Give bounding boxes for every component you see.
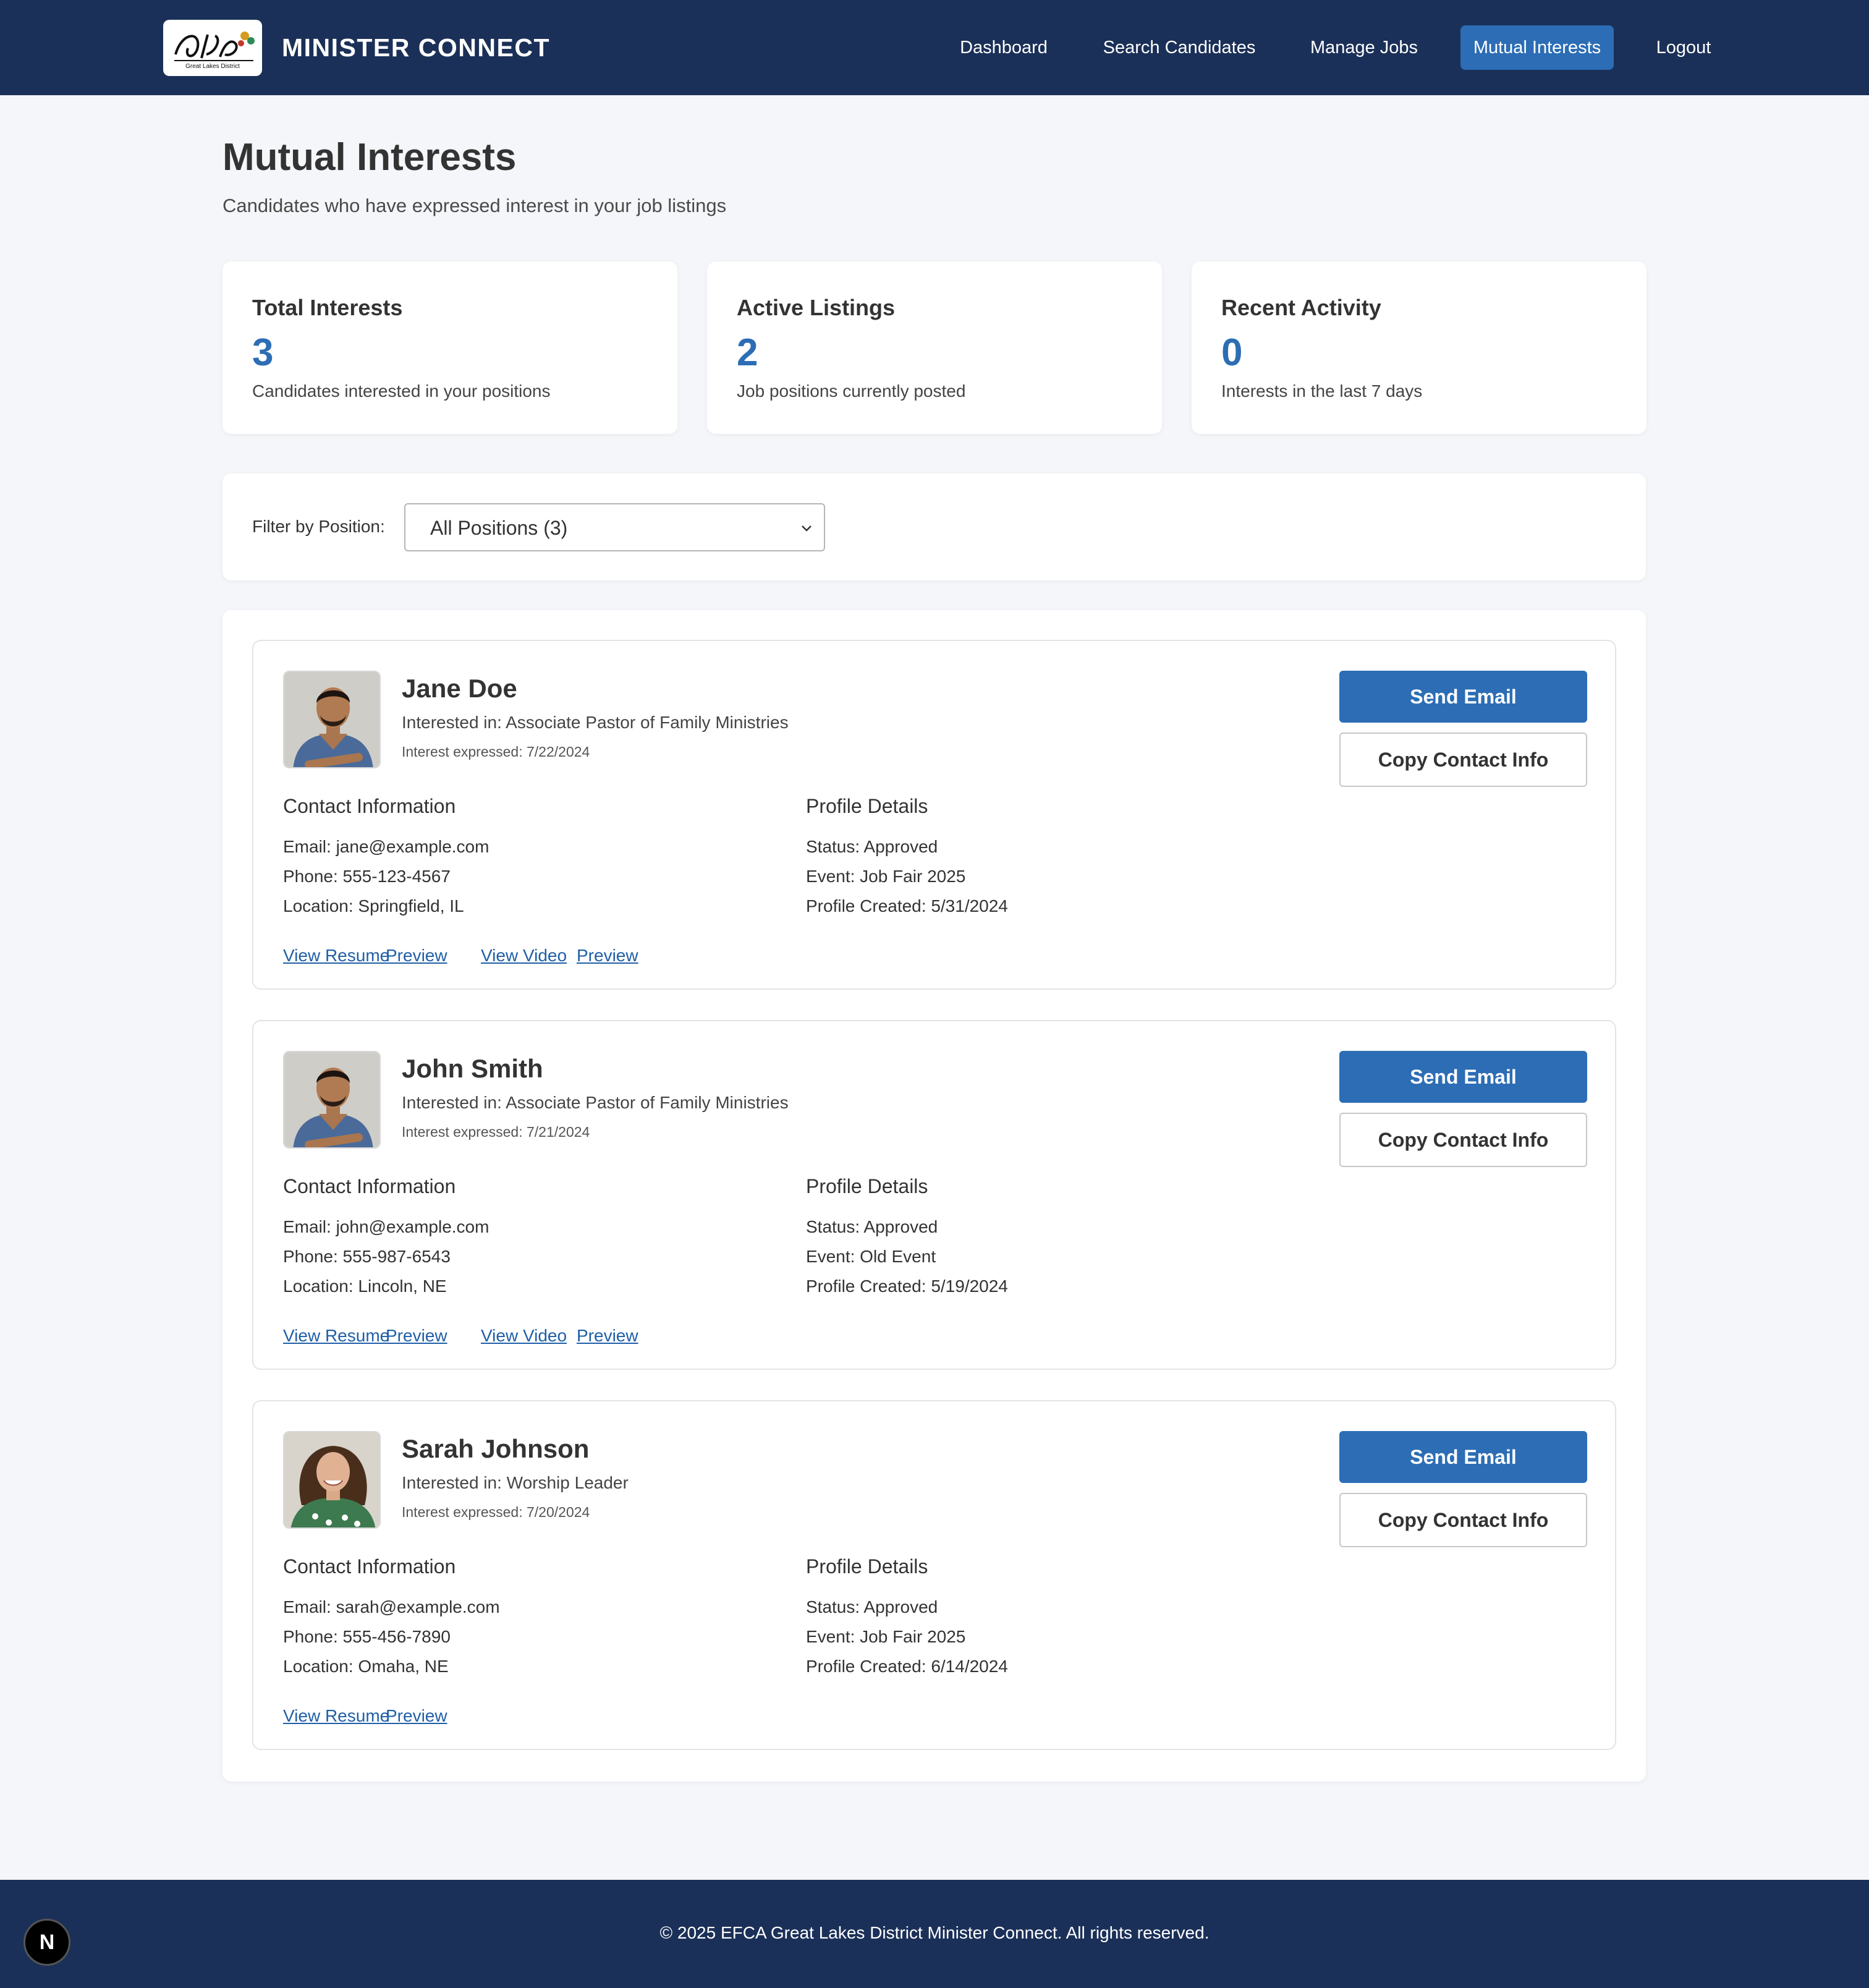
- profile-status: Status: Approved: [806, 837, 938, 856]
- stat-value: 0: [1221, 331, 1243, 374]
- send-email-button[interactable]: Send Email: [1339, 1431, 1587, 1483]
- candidate-avatar: [283, 1431, 381, 1529]
- stat-value: 3: [252, 331, 274, 374]
- copy-contact-info-button[interactable]: Copy Contact Info: [1339, 1493, 1587, 1547]
- candidate-phone: Phone: 555-123-4567: [283, 867, 451, 886]
- candidate-card: John Smith Interested in: Associate Past…: [252, 1020, 1616, 1370]
- profile-details-heading: Profile Details: [806, 1175, 928, 1197]
- candidate-phone: Phone: 555-987-6543: [283, 1247, 451, 1266]
- chevron-down-icon: [802, 525, 812, 532]
- filter-panel: Filter by Position: All Positions (3): [222, 474, 1646, 580]
- candidate-location: Location: Lincoln, NE: [283, 1276, 447, 1296]
- candidate-location: Location: Springfield, IL: [283, 896, 464, 915]
- view-resume-link[interactable]: View Resume: [283, 943, 389, 968]
- copy-contact-info-button[interactable]: Copy Contact Info: [1339, 733, 1587, 787]
- candidate-location: Location: Omaha, NE: [283, 1657, 449, 1676]
- stat-description: Job positions currently posted: [737, 381, 966, 401]
- logo-mark-icon: Great Lakes District: [174, 32, 255, 70]
- profile-event: Event: Job Fair 2025: [806, 867, 966, 886]
- view-resume-link[interactable]: View Resume: [283, 1323, 389, 1348]
- stat-card-recent-activity: Recent Activity 0 Interests in the last …: [1192, 261, 1646, 434]
- page-title: Mutual Interests: [222, 136, 517, 179]
- resume-preview-link[interactable]: Preview: [386, 943, 447, 968]
- stat-card-total-interests: Total Interests 3 Candidates interested …: [222, 261, 677, 434]
- contact-info-heading: Contact Information: [283, 795, 456, 817]
- selected-position: All Positions (3): [430, 517, 568, 539]
- app-brand-title: MINISTER CONNECT: [282, 33, 550, 62]
- profile-event: Event: Job Fair 2025: [806, 1627, 966, 1646]
- man-avatar-icon: [284, 1052, 379, 1147]
- candidate-name: John Smith: [402, 1054, 543, 1083]
- position-filter-select[interactable]: All Positions (3): [404, 503, 825, 551]
- district-logo[interactable]: Great Lakes District: [163, 20, 262, 76]
- resume-preview-link[interactable]: Preview: [386, 1704, 447, 1728]
- footer-copyright: © 2025 EFCA Great Lakes District Ministe…: [659, 1923, 1210, 1942]
- dev-tools-badge[interactable]: N: [23, 1919, 70, 1966]
- top-navigation-bar: Great Lakes District MINISTER CONNECT Da…: [0, 0, 1869, 95]
- profile-event: Event: Old Event: [806, 1247, 936, 1266]
- candidate-email: Email: sarah@example.com: [283, 1597, 500, 1616]
- profile-details-heading: Profile Details: [806, 1555, 928, 1578]
- woman-avatar-icon: [284, 1432, 379, 1527]
- candidate-card: Jane Doe Interested in: Associate Pastor…: [252, 640, 1616, 990]
- nav-dashboard[interactable]: Dashboard: [946, 25, 1062, 70]
- candidate-email: Email: jane@example.com: [283, 837, 490, 856]
- candidate-position: Interested in: Associate Pastor of Famil…: [402, 1093, 789, 1112]
- candidate-email: Email: john@example.com: [283, 1217, 490, 1236]
- stat-description: Candidates interested in your positions: [252, 381, 551, 401]
- page-footer: © 2025 EFCA Great Lakes District Ministe…: [0, 1880, 1869, 1988]
- interest-date: Interest expressed: 7/20/2024: [402, 1504, 590, 1520]
- profile-created: Profile Created: 5/19/2024: [806, 1276, 1008, 1296]
- filter-label: Filter by Position:: [252, 517, 385, 536]
- video-preview-link[interactable]: Preview: [577, 1323, 638, 1348]
- candidate-name: Jane Doe: [402, 674, 517, 703]
- copy-contact-info-button[interactable]: Copy Contact Info: [1339, 1113, 1587, 1167]
- man-avatar-icon: [284, 672, 379, 767]
- resume-preview-link[interactable]: Preview: [386, 1323, 447, 1348]
- candidate-card: Sarah Johnson Interested in: Worship Lea…: [252, 1400, 1616, 1750]
- stat-title: Active Listings: [737, 295, 896, 320]
- nav-logout[interactable]: Logout: [1644, 25, 1723, 70]
- profile-created: Profile Created: 6/14/2024: [806, 1657, 1008, 1676]
- nav-mutual-interests[interactable]: Mutual Interests: [1460, 25, 1614, 70]
- profile-created: Profile Created: 5/31/2024: [806, 896, 1008, 915]
- nav-search-candidates[interactable]: Search Candidates: [1090, 25, 1268, 70]
- video-preview-link[interactable]: Preview: [577, 943, 638, 968]
- view-video-link[interactable]: View Video: [481, 943, 567, 968]
- interest-date: Interest expressed: 7/22/2024: [402, 744, 590, 760]
- mutual-interests-list: Jane Doe Interested in: Associate Pastor…: [222, 610, 1646, 1782]
- candidate-avatar: [283, 1051, 381, 1149]
- candidate-position: Interested in: Associate Pastor of Famil…: [402, 713, 789, 732]
- view-resume-link[interactable]: View Resume: [283, 1704, 389, 1728]
- candidate-phone: Phone: 555-456-7890: [283, 1627, 451, 1646]
- stat-title: Recent Activity: [1221, 295, 1381, 320]
- send-email-button[interactable]: Send Email: [1339, 1051, 1587, 1103]
- nav-manage-jobs[interactable]: Manage Jobs: [1298, 25, 1430, 70]
- view-video-link[interactable]: View Video: [481, 1323, 567, 1348]
- stat-description: Interests in the last 7 days: [1221, 381, 1423, 401]
- send-email-button[interactable]: Send Email: [1339, 671, 1587, 723]
- contact-info-heading: Contact Information: [283, 1555, 456, 1578]
- stat-title: Total Interests: [252, 295, 403, 320]
- candidate-position: Interested in: Worship Leader: [402, 1473, 629, 1492]
- profile-status: Status: Approved: [806, 1217, 938, 1236]
- contact-info-heading: Contact Information: [283, 1175, 456, 1197]
- stat-card-active-listings: Active Listings 2 Job positions currentl…: [707, 261, 1162, 434]
- profile-status: Status: Approved: [806, 1597, 938, 1616]
- interest-date: Interest expressed: 7/21/2024: [402, 1124, 590, 1140]
- candidate-name: Sarah Johnson: [402, 1434, 590, 1463]
- stat-value: 2: [737, 331, 758, 374]
- profile-details-heading: Profile Details: [806, 795, 928, 817]
- page-subtitle: Candidates who have expressed interest i…: [222, 195, 727, 216]
- svg-text:Great Lakes District: Great Lakes District: [185, 63, 240, 70]
- candidate-avatar: [283, 671, 381, 768]
